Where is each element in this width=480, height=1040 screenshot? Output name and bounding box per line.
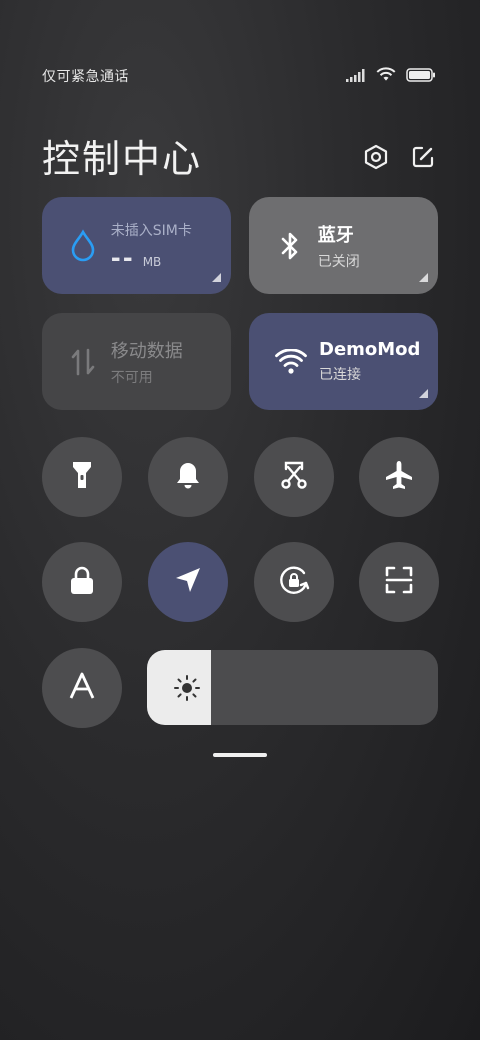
status-carrier-text: 仅可紧急通话 (42, 69, 129, 85)
flashlight-toggle[interactable] (42, 437, 122, 517)
wifi-status: 已连接 (319, 367, 361, 383)
battery-icon (406, 67, 436, 86)
expand-corner-icon (419, 389, 428, 398)
data-usage-label: 未插入SIM卡 (110, 222, 192, 239)
edit-icon (410, 144, 436, 174)
edit-button[interactable] (409, 145, 437, 173)
scanner-toggle[interactable] (359, 542, 439, 622)
status-icons (346, 66, 436, 86)
bluetooth-status: 已关闭 (317, 253, 360, 270)
wifi-icon (275, 346, 307, 378)
location-arrow-icon (173, 565, 203, 599)
rotation-lock-toggle[interactable] (254, 542, 334, 622)
signal-icon (346, 67, 366, 86)
rotation-lock-icon (277, 563, 311, 601)
brightness-slider[interactable] (147, 650, 438, 725)
flashlight-icon (69, 459, 95, 495)
location-toggle[interactable] (148, 542, 228, 622)
airplane-mode-toggle[interactable] (359, 437, 439, 517)
water-drop-icon (68, 228, 99, 262)
bluetooth-icon (275, 230, 306, 262)
bluetooth-label: 蓝牙 (317, 224, 354, 246)
bell-icon (174, 460, 202, 494)
mobile-data-icon (68, 346, 99, 378)
mobile-data-tile[interactable]: 移动数据 不可用 (42, 313, 231, 410)
expand-corner-icon (419, 273, 428, 282)
font-a-icon (68, 671, 96, 705)
mobile-data-label: 移动数据 (110, 340, 183, 362)
expand-corner-icon (212, 273, 221, 282)
sun-icon (173, 674, 201, 702)
wifi-status-icon (376, 66, 396, 86)
scissors-icon (278, 459, 310, 495)
bluetooth-tile[interactable]: 蓝牙 已关闭 (249, 197, 438, 294)
airplane-icon (383, 459, 415, 495)
screenshot-toggle[interactable] (254, 437, 334, 517)
data-usage-value: -- (110, 243, 135, 272)
mobile-data-status: 不可用 (110, 369, 153, 386)
scan-icon (384, 565, 414, 599)
gear-icon (363, 144, 389, 174)
mute-toggle[interactable] (148, 437, 228, 517)
settings-button[interactable] (362, 144, 390, 174)
data-usage-tile[interactable]: 未插入SIM卡 -- MB (42, 197, 231, 294)
wifi-network-name: DemoMod (319, 339, 421, 360)
data-usage-unit: MB (142, 254, 162, 269)
auto-brightness-toggle[interactable] (42, 648, 122, 728)
home-indicator[interactable] (213, 753, 267, 757)
page-title: 控制中心 (42, 137, 203, 181)
lock-screen-toggle[interactable] (42, 542, 122, 622)
wifi-tile[interactable]: DemoMod 已连接 (249, 313, 438, 410)
lock-icon (68, 564, 96, 600)
